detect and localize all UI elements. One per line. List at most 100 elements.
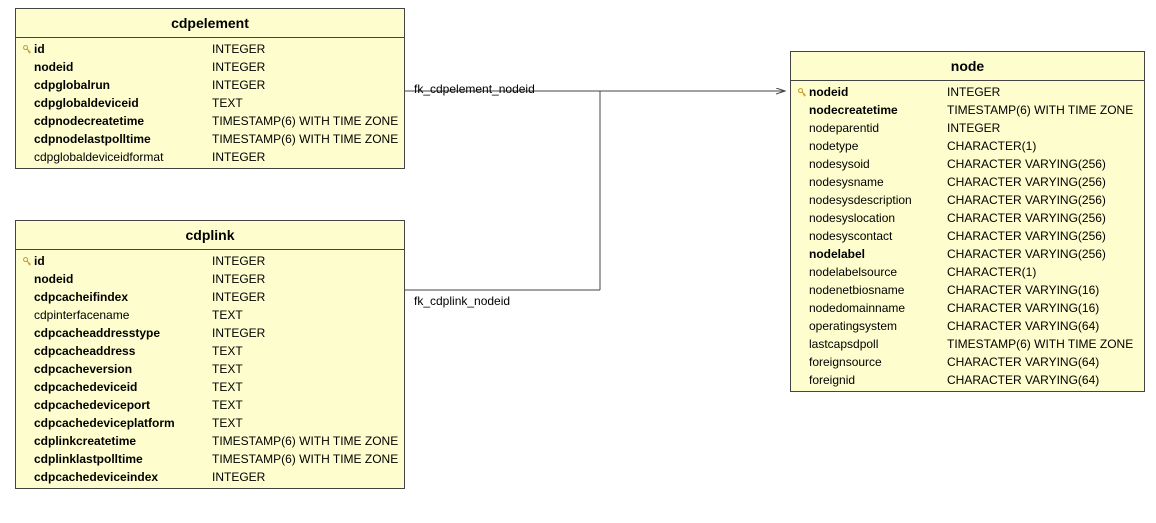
column-type: TEXT xyxy=(212,415,243,431)
column-row: cdplinkcreatetimeTIMESTAMP(6) WITH TIME … xyxy=(16,432,404,450)
column-row: cdpcachedeviceidTEXT xyxy=(16,378,404,396)
column-name: nodelabel xyxy=(809,246,947,262)
column-name: cdpnodelastpolltime xyxy=(34,131,212,147)
column-row: nodeidINTEGER xyxy=(791,83,1144,101)
column-type: INTEGER xyxy=(212,41,265,57)
column-name: cdpcacheaddress xyxy=(34,343,212,359)
column-row: cdpcacheaddressTEXT xyxy=(16,342,404,360)
column-name: cdpcacheifindex xyxy=(34,289,212,305)
column-row: cdpglobalrunINTEGER xyxy=(16,76,404,94)
column-type: TEXT xyxy=(212,361,243,377)
entity-body-cdplink: idINTEGERnodeidINTEGERcdpcacheifindexINT… xyxy=(16,250,404,488)
column-name: id xyxy=(34,41,212,57)
column-row: cdpcachedeviceindexINTEGER xyxy=(16,468,404,486)
column-name: cdpinterfacename xyxy=(34,307,212,323)
column-name: cdpnodecreatetime xyxy=(34,113,212,129)
column-row: nodesyscontactCHARACTER VARYING(256) xyxy=(791,227,1144,245)
column-type: TEXT xyxy=(212,343,243,359)
fk-label-cdplink: fk_cdplink_nodeid xyxy=(414,294,510,308)
column-row: lastcapsdpollTIMESTAMP(6) WITH TIME ZONE xyxy=(791,335,1144,353)
column-row: nodesysnameCHARACTER VARYING(256) xyxy=(791,173,1144,191)
column-type: INTEGER xyxy=(947,84,1000,100)
column-type: TEXT xyxy=(212,379,243,395)
column-row: nodetypeCHARACTER(1) xyxy=(791,137,1144,155)
column-name: cdpcacheaddresstype xyxy=(34,325,212,341)
column-type: CHARACTER VARYING(256) xyxy=(947,192,1106,208)
column-name: nodedomainname xyxy=(809,300,947,316)
column-name: nodesysdescription xyxy=(809,192,947,208)
entity-body-cdpelement: idINTEGERnodeidINTEGERcdpglobalrunINTEGE… xyxy=(16,38,404,168)
column-row: cdpcacheversionTEXT xyxy=(16,360,404,378)
column-row: cdpcachedeviceplatformTEXT xyxy=(16,414,404,432)
column-row: foreignsourceCHARACTER VARYING(64) xyxy=(791,353,1144,371)
column-type: CHARACTER VARYING(64) xyxy=(947,354,1099,370)
column-row: cdplinklastpolltimeTIMESTAMP(6) WITH TIM… xyxy=(16,450,404,468)
column-name: nodelabelsource xyxy=(809,264,947,280)
column-type: INTEGER xyxy=(212,271,265,287)
column-name: cdpglobaldeviceid xyxy=(34,95,212,111)
key-cell xyxy=(795,86,809,98)
column-row: nodelabelsourceCHARACTER(1) xyxy=(791,263,1144,281)
column-type: TEXT xyxy=(212,307,243,323)
column-row: nodeidINTEGER xyxy=(16,58,404,76)
column-name: cdpcachedeviceport xyxy=(34,397,212,413)
column-name: nodecreatetime xyxy=(809,102,947,118)
column-row: idINTEGER xyxy=(16,40,404,58)
column-name: nodeid xyxy=(809,84,947,100)
column-type: TIMESTAMP(6) WITH TIME ZONE xyxy=(212,433,398,449)
column-name: cdplinklastpolltime xyxy=(34,451,212,467)
column-type: INTEGER xyxy=(212,77,265,93)
column-name: nodesysname xyxy=(809,174,947,190)
column-type: CHARACTER VARYING(256) xyxy=(947,228,1106,244)
entity-title-cdplink: cdplink xyxy=(16,221,404,250)
column-name: id xyxy=(34,253,212,269)
column-type: TIMESTAMP(6) WITH TIME ZONE xyxy=(212,113,398,129)
column-name: cdpcachedeviceid xyxy=(34,379,212,395)
entity-title-node: node xyxy=(791,52,1144,81)
column-row: cdpglobaldeviceidformatINTEGER xyxy=(16,148,404,166)
entity-title-cdpelement: cdpelement xyxy=(16,9,404,38)
column-type: TEXT xyxy=(212,397,243,413)
column-row: nodecreatetimeTIMESTAMP(6) WITH TIME ZON… xyxy=(791,101,1144,119)
column-row: nodedomainnameCHARACTER VARYING(16) xyxy=(791,299,1144,317)
column-row: nodeidINTEGER xyxy=(16,270,404,288)
column-name: foreignid xyxy=(809,372,947,388)
column-name: nodenetbiosname xyxy=(809,282,947,298)
column-name: nodeparentid xyxy=(809,120,947,136)
column-type: CHARACTER(1) xyxy=(947,138,1036,154)
column-type: INTEGER xyxy=(212,469,265,485)
column-type: INTEGER xyxy=(947,120,1000,136)
column-row: nodesyslocationCHARACTER VARYING(256) xyxy=(791,209,1144,227)
column-type: INTEGER xyxy=(212,289,265,305)
column-row: cdpinterfacenameTEXT xyxy=(16,306,404,324)
column-type: TIMESTAMP(6) WITH TIME ZONE xyxy=(947,102,1133,118)
column-row: operatingsystemCHARACTER VARYING(64) xyxy=(791,317,1144,335)
column-name: cdpglobaldeviceidformat xyxy=(34,149,212,165)
column-type: INTEGER xyxy=(212,59,265,75)
column-row: foreignidCHARACTER VARYING(64) xyxy=(791,371,1144,389)
column-name: cdpcacheversion xyxy=(34,361,212,377)
column-row: cdpcachedeviceportTEXT xyxy=(16,396,404,414)
column-row: nodesysdescriptionCHARACTER VARYING(256) xyxy=(791,191,1144,209)
key-cell xyxy=(20,255,34,267)
primary-key-icon xyxy=(21,43,33,55)
column-name: nodeid xyxy=(34,271,212,287)
entity-body-node: nodeidINTEGERnodecreatetimeTIMESTAMP(6) … xyxy=(791,81,1144,391)
column-type: CHARACTER VARYING(256) xyxy=(947,210,1106,226)
column-type: TIMESTAMP(6) WITH TIME ZONE xyxy=(212,131,398,147)
column-name: foreignsource xyxy=(809,354,947,370)
column-row: nodeparentidINTEGER xyxy=(791,119,1144,137)
column-type: CHARACTER VARYING(256) xyxy=(947,246,1106,262)
column-row: nodenetbiosnameCHARACTER VARYING(16) xyxy=(791,281,1144,299)
primary-key-icon xyxy=(21,255,33,267)
connector-cdplink-node xyxy=(405,90,795,300)
column-row: nodesysoidCHARACTER VARYING(256) xyxy=(791,155,1144,173)
column-row: idINTEGER xyxy=(16,252,404,270)
column-name: nodesyslocation xyxy=(809,210,947,226)
column-name: nodesysoid xyxy=(809,156,947,172)
column-name: nodeid xyxy=(34,59,212,75)
column-name: operatingsystem xyxy=(809,318,947,334)
column-row: cdpnodecreatetimeTIMESTAMP(6) WITH TIME … xyxy=(16,112,404,130)
entity-cdpelement: cdpelement idINTEGERnodeidINTEGERcdpglob… xyxy=(15,8,405,169)
column-row: cdpcacheifindexINTEGER xyxy=(16,288,404,306)
